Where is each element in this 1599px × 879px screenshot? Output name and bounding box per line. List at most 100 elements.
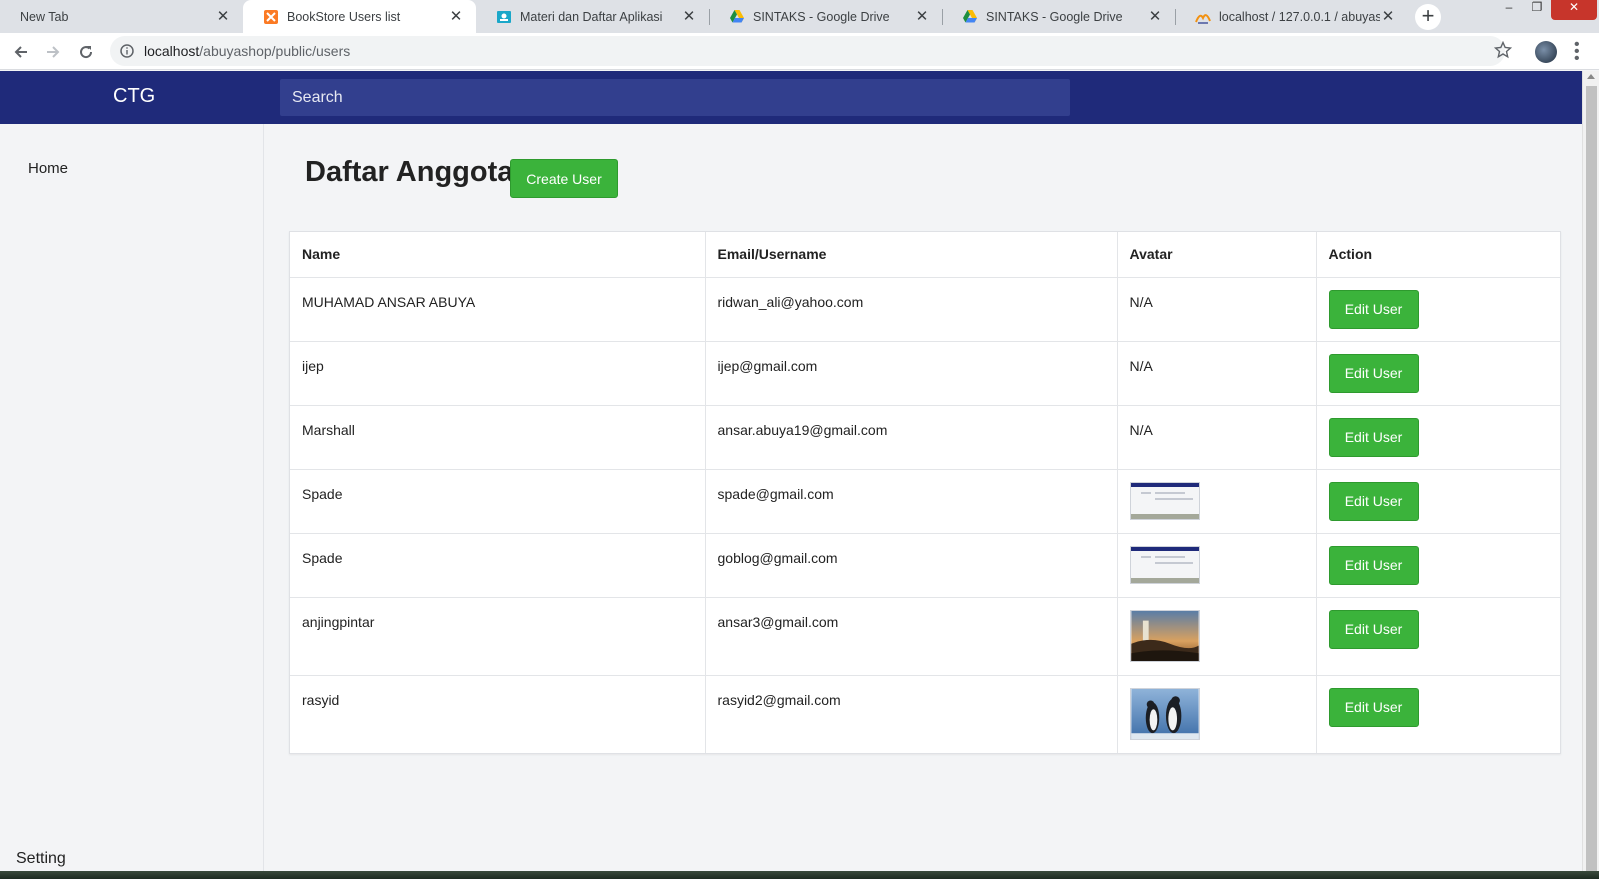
cell-action: Edit User (1316, 404, 1560, 469)
cell-avatar (1117, 532, 1317, 597)
google-drive-icon (962, 9, 978, 25)
cell-action: Edit User (1316, 468, 1560, 533)
main-content: Daftar Anggota Create User Name Email/Us… (265, 124, 1582, 879)
edit-user-button[interactable]: Edit User (1328, 481, 1419, 521)
cell-name: ijep (290, 340, 706, 405)
cell-email: spade@gmail.com (705, 468, 1118, 533)
cell-avatar: N/A (1117, 340, 1317, 405)
brand-logo[interactable]: CTG (113, 85, 155, 108)
cell-avatar: N/A (1117, 404, 1317, 469)
cell-email: rasyid2@gmail.com (705, 674, 1118, 753)
edit-user-button[interactable]: Edit User (1328, 417, 1419, 457)
edit-user-button[interactable]: Edit User (1328, 687, 1419, 727)
address-bar[interactable]: localhost/abuyashop/public/users (110, 36, 1505, 66)
cell-email: goblog@gmail.com (705, 532, 1118, 597)
column-header-name: Name (290, 232, 706, 278)
table-row: ijep ijep@gmail.com N/A Edit User (290, 340, 1560, 405)
table-row: Spade goblog@gmail.com Edit User (290, 532, 1560, 597)
column-header-email: Email/Username (705, 232, 1118, 278)
create-user-button[interactable]: Create User (510, 159, 618, 198)
cell-email: ijep@gmail.com (705, 340, 1118, 405)
window-close-icon[interactable]: ✕ (1551, 0, 1597, 20)
avatar-image (1129, 545, 1200, 584)
scroll-up-icon[interactable] (1587, 74, 1595, 79)
tab-new-tab[interactable]: New Tab ✕ (0, 0, 243, 33)
tab-title: BookStore Users list (287, 9, 401, 24)
page-scrollbar[interactable] (1582, 71, 1599, 879)
info-icon[interactable] (120, 44, 134, 58)
edit-user-button[interactable]: Edit User (1328, 609, 1419, 649)
cell-name: Marshall (290, 404, 706, 469)
close-icon[interactable]: ✕ (914, 8, 930, 25)
cell-action: Edit User (1316, 596, 1560, 675)
table-header-row: Name Email/Username Avatar Action (290, 232, 1560, 278)
tab-title: localhost / 127.0.0.1 / abuyashop (1219, 9, 1380, 24)
cell-avatar: N/A (1117, 276, 1317, 341)
maximize-icon[interactable]: ❐ (1523, 0, 1551, 20)
minimize-icon[interactable]: – (1495, 0, 1523, 20)
edit-user-button[interactable]: Edit User (1328, 353, 1419, 393)
column-header-avatar: Avatar (1117, 232, 1317, 278)
cell-name: Spade (290, 468, 706, 533)
cell-action: Edit User (1316, 532, 1560, 597)
forward-icon[interactable] (41, 40, 65, 64)
avatar-image (1129, 609, 1200, 662)
classroom-icon (496, 9, 512, 25)
cell-action: Edit User (1316, 674, 1560, 753)
tab-title: Materi dan Daftar Aplikasi (520, 9, 663, 24)
table-row: rasyid rasyid2@gmail.com Edit User (290, 674, 1560, 753)
url-host: localhost (144, 43, 200, 59)
tab-sintaks-drive-1[interactable]: SINTAKS - Google Drive ✕ (709, 0, 942, 33)
app-header: CTG (0, 71, 1582, 124)
cell-action: Edit User (1316, 276, 1560, 341)
url-path: /abuyashop/public/users (199, 43, 351, 59)
profile-avatar[interactable] (1535, 41, 1557, 63)
phpmyadmin-icon (1195, 9, 1211, 25)
cell-email: ansar.abuya19@gmail.com (705, 404, 1118, 469)
table-row: MUHAMAD ANSAR ABUYA ridwan_ali@yahoo.com… (290, 276, 1560, 341)
close-icon[interactable]: ✕ (1147, 8, 1163, 25)
os-taskbar (0, 871, 1599, 879)
cell-name: MUHAMAD ANSAR ABUYA (290, 276, 706, 341)
bookmark-star-icon[interactable] (1493, 40, 1513, 64)
edit-user-button[interactable]: Edit User (1328, 545, 1419, 585)
table-row: anjingpintar ansar3@gmail.com Edit User (290, 596, 1560, 675)
back-icon[interactable] (9, 40, 33, 64)
table-row: Spade spade@gmail.com Edit User (290, 468, 1560, 533)
users-table: Name Email/Username Avatar Action MUHAMA… (290, 232, 1560, 753)
cell-email: ansar3@gmail.com (705, 596, 1118, 675)
sidebar-item-home[interactable]: Home (28, 160, 68, 177)
browser-toolbar: localhost/abuyashop/public/users • • • (0, 33, 1599, 70)
edit-user-button[interactable]: Edit User (1328, 289, 1419, 329)
tab-bookstore-users[interactable]: BookStore Users list ✕ (243, 0, 476, 33)
close-icon[interactable]: ✕ (681, 8, 697, 25)
column-header-action: Action (1316, 232, 1560, 278)
page-title: Daftar Anggota (305, 156, 514, 188)
new-tab-button[interactable]: + (1415, 4, 1441, 30)
users-table-card: Name Email/Username Avatar Action MUHAMA… (289, 231, 1561, 754)
close-icon[interactable]: ✕ (1380, 8, 1396, 25)
cell-name: rasyid (290, 674, 706, 753)
search-input[interactable] (280, 79, 1070, 116)
tab-title: New Tab (20, 9, 69, 24)
menu-kebab-icon[interactable]: • • • (1574, 37, 1580, 67)
cell-name: anjingpintar (290, 596, 706, 675)
xampp-icon (263, 9, 279, 25)
avatar-image (1129, 481, 1200, 520)
avatar-image (1129, 687, 1200, 740)
google-drive-icon (729, 9, 745, 25)
browser-tab-strip: New Tab ✕ BookStore Users list ✕ Materi … (0, 0, 1599, 33)
sidebar: Home Setting (0, 124, 264, 879)
tab-phpmyadmin[interactable]: localhost / 127.0.0.1 / abuyashop ✕ (1175, 0, 1408, 33)
cell-email: ridwan_ali@yahoo.com (705, 276, 1118, 341)
sidebar-item-setting[interactable]: Setting (16, 850, 66, 868)
close-icon[interactable]: ✕ (448, 8, 464, 25)
scrollbar-thumb[interactable] (1586, 86, 1597, 876)
reload-icon[interactable] (74, 40, 98, 64)
cell-name: Spade (290, 532, 706, 597)
cell-action: Edit User (1316, 340, 1560, 405)
cell-avatar (1117, 596, 1317, 675)
tab-sintaks-drive-2[interactable]: SINTAKS - Google Drive ✕ (942, 0, 1175, 33)
tab-materi[interactable]: Materi dan Daftar Aplikasi ✕ (476, 0, 709, 33)
close-icon[interactable]: ✕ (215, 8, 231, 25)
